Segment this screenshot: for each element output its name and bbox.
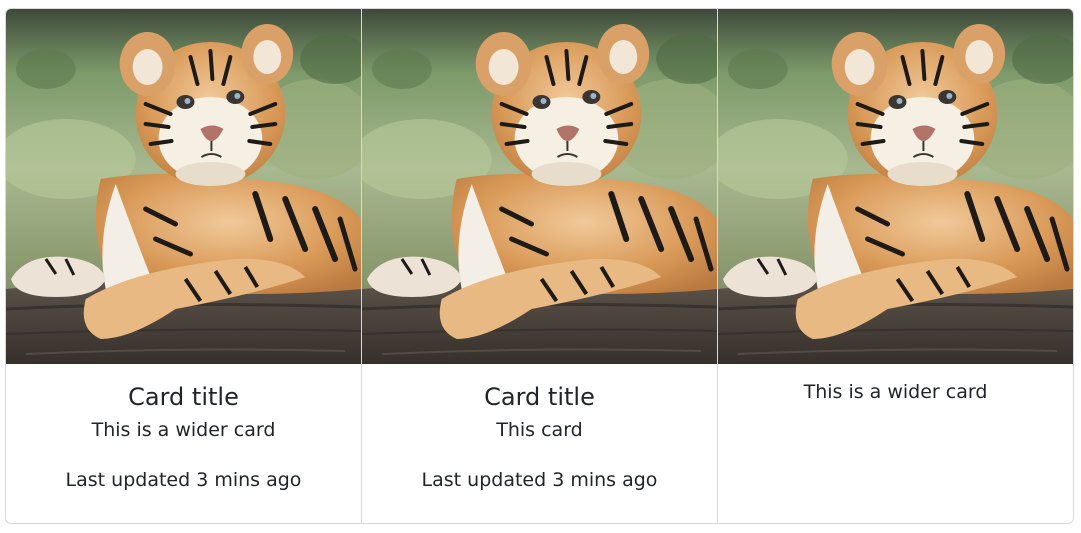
card-2-body: Card title This card Last updated 3 mins…: [362, 364, 717, 492]
card-1-title: Card title: [128, 383, 239, 411]
card-1-text: This is a wider card: [91, 419, 276, 441]
card-3-body: This is a wider card: [718, 364, 1073, 404]
card-1: Card title This is a wider card Last upd…: [6, 9, 361, 523]
card-3: This is a wider card: [717, 9, 1073, 523]
card-2: Card title This card Last updated 3 mins…: [361, 9, 717, 523]
card-2-text: This card: [496, 419, 583, 441]
card-2-image: [362, 9, 717, 364]
card-3-text: This is a wider card: [803, 381, 988, 403]
card-group: Card title This is a wider card Last upd…: [5, 8, 1074, 524]
card-1-image: [6, 9, 361, 364]
card-3-image: [718, 9, 1073, 364]
card-1-footer: Last updated 3 mins ago: [65, 469, 302, 491]
card-2-footer: Last updated 3 mins ago: [421, 469, 658, 491]
card-1-body: Card title This is a wider card Last upd…: [6, 364, 361, 492]
card-2-title: Card title: [484, 383, 595, 411]
